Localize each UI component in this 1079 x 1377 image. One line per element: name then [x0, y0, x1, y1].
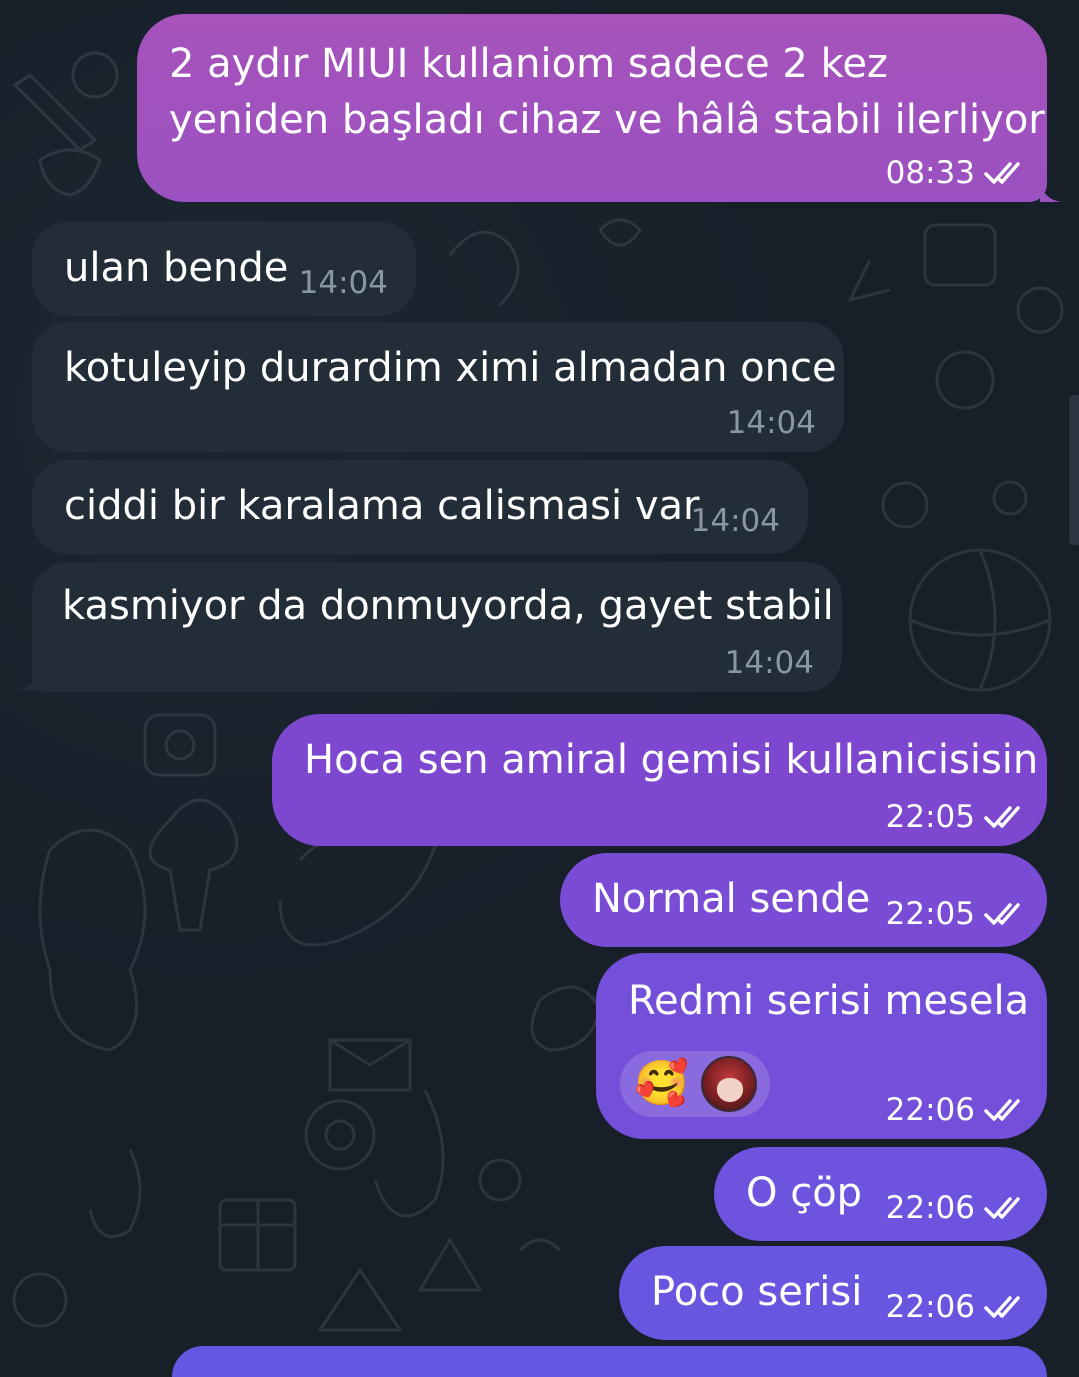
message-bubble-incoming[interactable]: ulan bende 14:04 — [32, 222, 416, 316]
message-bubble-outgoing[interactable]: Redmi serisi mesela 🥰 22:06 — [596, 953, 1047, 1139]
message-bubble-incoming[interactable]: kasmiyor da donmuyorda, gayet stabil 14:… — [32, 562, 842, 692]
message-time: 22:06 — [885, 1289, 975, 1325]
message-bubble-outgoing[interactable]: O çöp 22:06 — [714, 1147, 1047, 1241]
message-bubble-incoming[interactable]: ciddi bir karalama calismasi var 14:04 — [32, 460, 808, 554]
reactor-avatar — [700, 1056, 757, 1112]
message-meta: 22:05 — [886, 897, 1029, 931]
message-bubble-outgoing[interactable]: 2 aydır MIUI kullaniom sadece 2 kez yeni… — [137, 14, 1047, 202]
message-meta: 22:06 — [886, 1191, 1029, 1225]
message-meta: 22:06 — [886, 1290, 1029, 1324]
message-meta: 22:06 — [886, 1093, 1029, 1127]
message-bubble-outgoing[interactable]: Normal sende 22:05 — [560, 853, 1047, 947]
scrollbar-thumb[interactable] — [1069, 395, 1079, 545]
message-text-line-2: yeniden başladı cihaz ve hâlâ stabil ile… — [169, 97, 1045, 143]
message-bubble-outgoing[interactable]: Hoca sen amiral gemisi kullanicisisin 22… — [272, 714, 1047, 846]
message-bubble-incoming[interactable]: kotuleyip durardim ximi almadan once 14:… — [32, 322, 844, 452]
double-check-icon — [984, 1197, 1020, 1219]
message-meta: 08:33 — [886, 156, 1029, 190]
double-check-icon — [984, 1099, 1020, 1121]
message-time: 22:06 — [885, 1092, 975, 1128]
message-bubble-outgoing-partial[interactable] — [172, 1346, 1047, 1377]
double-check-icon — [984, 806, 1020, 828]
double-check-icon — [984, 162, 1020, 184]
message-text: Redmi serisi mesela — [628, 978, 1030, 1024]
message-time: 14:04 — [726, 405, 816, 441]
message-time: 08:33 — [885, 155, 975, 191]
message-time: 14:04 — [298, 265, 388, 301]
message-text: kasmiyor da donmuyorda, gayet stabil — [62, 583, 834, 629]
message-text: kotuleyip durardim ximi almadan once — [64, 345, 837, 391]
reaction-emoji: 🥰 — [634, 1058, 689, 1109]
double-check-icon — [984, 1296, 1020, 1318]
message-time: 14:04 — [690, 503, 780, 539]
message-bubble-outgoing[interactable]: Poco serisi 22:06 — [619, 1246, 1047, 1340]
message-time: 22:06 — [885, 1190, 975, 1226]
message-reaction[interactable]: 🥰 — [620, 1051, 770, 1117]
bubble-tail — [16, 670, 38, 690]
bubble-tail — [1040, 182, 1062, 202]
message-text-line-1: 2 aydır MIUI kullaniom sadece 2 kez — [169, 41, 888, 87]
message-text: Hoca sen amiral gemisi kullanicisisin — [304, 737, 1039, 783]
message-time: 14:04 — [724, 645, 814, 681]
double-check-icon — [984, 903, 1020, 925]
message-time: 22:05 — [885, 896, 975, 932]
message-meta: 22:05 — [886, 800, 1029, 834]
message-time: 22:05 — [885, 799, 975, 835]
